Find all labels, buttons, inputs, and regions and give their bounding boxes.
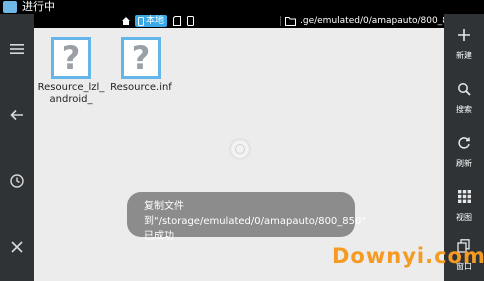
menu-icon — [10, 44, 24, 54]
view-button[interactable]: 视图 — [444, 182, 484, 232]
file-item[interactable]: ? Resource.inf — [106, 37, 176, 94]
search-icon — [458, 83, 471, 96]
unknown-file-icon: ? — [121, 37, 161, 79]
search-button[interactable]: 搜索 — [444, 74, 484, 124]
home-icon[interactable] — [121, 16, 131, 26]
folder-icon — [285, 17, 296, 26]
file-name: Resource.inf — [110, 82, 172, 93]
new-label: 新建 — [456, 51, 472, 60]
close-button[interactable] — [0, 230, 34, 264]
watermark-logo: Downyi.com — [332, 244, 484, 268]
sdcard-icon[interactable] — [173, 16, 181, 26]
device-icon[interactable] — [187, 16, 194, 26]
status-bar: 进行中 — [0, 0, 484, 14]
right-rail: 新建 搜索 刷新 视图 窗口 — [444, 14, 484, 281]
file-name: Resource_lzl_android_ — [37, 82, 105, 105]
location-toolbar: 本地 .ge/emulated/0/amapauto/800_850 — [34, 14, 459, 28]
refresh-label: 刷新 — [456, 159, 472, 168]
back-arrow-icon — [10, 109, 23, 121]
search-label: 搜索 — [456, 105, 472, 114]
unknown-file-icon: ? — [51, 37, 91, 79]
file-item[interactable]: ? Resource_lzl_android_ — [36, 37, 106, 106]
local-storage-tab[interactable]: 本地 — [135, 15, 168, 27]
back-button[interactable] — [0, 98, 34, 132]
grid-icon — [457, 190, 471, 203]
refresh-button[interactable]: 刷新 — [444, 128, 484, 178]
left-rail — [0, 14, 34, 281]
new-button[interactable]: 新建 — [444, 20, 484, 70]
menu-button[interactable] — [0, 32, 34, 66]
history-icon — [10, 174, 24, 188]
status-title: 进行中 — [22, 0, 55, 13]
copy-success-toast: 复制文件到"/storage/emulated/0/amapauto/800_8… — [127, 192, 366, 242]
plus-icon — [458, 29, 470, 41]
toolbar-divider — [280, 16, 281, 26]
view-label: 视图 — [456, 213, 472, 222]
history-button[interactable] — [0, 164, 34, 198]
current-path[interactable]: .ge/emulated/0/amapauto/800_850 — [300, 14, 459, 28]
refresh-icon — [458, 137, 470, 149]
local-storage-label: 本地 — [146, 16, 165, 26]
loading-spinner — [231, 140, 249, 158]
phone-icon — [138, 16, 144, 26]
close-icon — [11, 241, 23, 253]
app-icon — [3, 1, 17, 13]
